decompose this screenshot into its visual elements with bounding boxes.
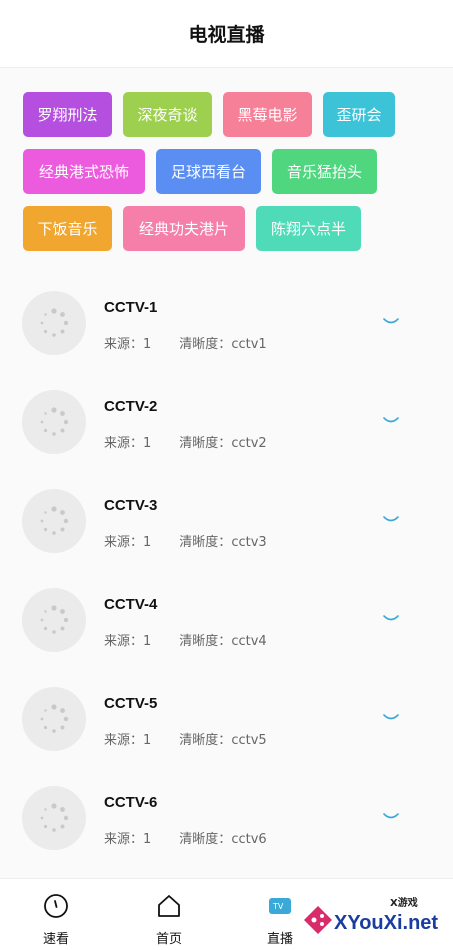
- loading-spinner-icon: [40, 407, 69, 436]
- source-label: 来源：: [104, 535, 144, 550]
- channel-item[interactable]: CCTV-4 来源：1 清晰度：cctv4: [0, 572, 453, 671]
- quality-label: 清晰度：: [179, 535, 232, 550]
- quality-label: 清晰度：: [179, 733, 232, 748]
- svg-text:TV: TV: [272, 902, 284, 911]
- tag-chip[interactable]: 黑莓电影: [223, 92, 312, 137]
- channel-item[interactable]: CCTV-3 来源：1 清晰度：cctv3: [0, 473, 453, 572]
- tag-chip[interactable]: 陈翔六点半: [256, 206, 361, 251]
- clock-icon: [44, 894, 68, 918]
- quality-value: cctv1: [231, 337, 267, 352]
- channel-item[interactable]: CCTV-5 来源：1 清晰度：cctv5: [0, 671, 453, 770]
- source-value: 1: [143, 634, 152, 649]
- channel-logo-placeholder: [22, 588, 86, 652]
- source-label: 来源：: [104, 436, 144, 451]
- watermark-text: XYouXi.net: [334, 912, 439, 934]
- channel-logo-placeholder: [22, 687, 86, 751]
- channel-name: CCTV-5: [104, 695, 158, 712]
- tab-label: 首页: [155, 932, 182, 947]
- source-value: 1: [143, 832, 152, 847]
- tag-chip[interactable]: 音乐猛抬头: [272, 149, 377, 194]
- quality-value: cctv2: [231, 436, 267, 451]
- channel-logo-placeholder: [22, 489, 86, 553]
- loading-spinner-icon: [40, 803, 69, 832]
- chevron-down-icon[interactable]: [382, 513, 400, 527]
- quality-value: cctv6: [231, 832, 267, 847]
- chevron-down-icon[interactable]: [382, 315, 400, 329]
- source-label: 来源：: [104, 634, 144, 649]
- tv-icon: TV: [269, 898, 291, 914]
- channel-name: CCTV-3: [104, 497, 158, 514]
- channel-list: CCTV-1 来源：1 清晰度：cctv1 CCTV-2 来源：1 清晰度：cctv…: [0, 275, 453, 869]
- channel-name: CCTV-1: [104, 299, 158, 316]
- tag-chip[interactable]: 经典功夫港片: [123, 206, 245, 251]
- channel-name: CCTV-2: [104, 398, 158, 415]
- chevron-down-icon[interactable]: [382, 711, 400, 725]
- channel-item[interactable]: CCTV-6 来源：1 清晰度：cctv6: [0, 770, 453, 869]
- channel-item[interactable]: CCTV-1 来源：1 清晰度：cctv1: [0, 275, 453, 374]
- source-label: 来源：: [104, 337, 144, 352]
- source-label: 来源：: [104, 733, 144, 748]
- quality-label: 清晰度：: [179, 832, 232, 847]
- quality-label: 清晰度：: [179, 634, 232, 649]
- tab-label: 速看: [42, 932, 69, 947]
- category-tags: 罗翔刑法 深夜奇谈 黑莓电影 歪研会 经典港式恐怖 足球西看台 音乐猛抬头 下饭…: [23, 92, 433, 263]
- channel-logo-placeholder: [22, 786, 86, 850]
- gamepad-logo-icon: [304, 906, 332, 934]
- tag-chip[interactable]: 下饭音乐: [23, 206, 112, 251]
- channel-meta: 来源：1 清晰度：cctv2: [104, 432, 267, 451]
- quality-value: cctv5: [231, 733, 267, 748]
- loading-spinner-icon: [40, 704, 69, 733]
- channel-meta: 来源：1 清晰度：cctv5: [104, 729, 267, 748]
- channel-logo-placeholder: [22, 291, 86, 355]
- tab-quick-watch[interactable]: 速看: [21, 879, 91, 950]
- tag-chip[interactable]: 罗翔刑法: [23, 92, 112, 137]
- channel-meta: 来源：1 清晰度：cctv3: [104, 531, 267, 550]
- tag-chip[interactable]: 足球西看台: [156, 149, 261, 194]
- tag-chip[interactable]: 深夜奇谈: [123, 92, 212, 137]
- channel-logo-placeholder: [22, 390, 86, 454]
- quality-value: cctv3: [231, 535, 267, 550]
- channel-meta: 来源：1 清晰度：cctv4: [104, 630, 267, 649]
- top-header: 电视直播: [0, 0, 453, 68]
- page-title: 电视直播: [188, 24, 265, 46]
- quality-value: cctv4: [231, 634, 267, 649]
- channel-name: CCTV-6: [104, 794, 158, 811]
- tag-row: 下饭音乐 经典功夫港片 陈翔六点半: [23, 206, 433, 251]
- source-value: 1: [143, 337, 152, 352]
- chevron-down-icon[interactable]: [382, 612, 400, 626]
- channel-meta: 来源：1 清晰度：cctv1: [104, 333, 267, 352]
- site-watermark: X游戏 XYouXi.net: [300, 888, 453, 950]
- loading-spinner-icon: [40, 605, 69, 634]
- tag-chip[interactable]: 经典港式恐怖: [23, 149, 145, 194]
- tab-home[interactable]: 首页: [134, 879, 204, 950]
- chevron-down-icon[interactable]: [382, 414, 400, 428]
- watermark-small-text: X游戏: [390, 898, 418, 909]
- channel-meta: 来源：1 清晰度：cctv6: [104, 828, 267, 847]
- tag-row: 经典港式恐怖 足球西看台 音乐猛抬头: [23, 149, 433, 194]
- source-label: 来源：: [104, 832, 144, 847]
- loading-spinner-icon: [40, 308, 69, 337]
- channel-name: CCTV-4: [104, 596, 158, 613]
- channel-item[interactable]: CCTV-2 来源：1 清晰度：cctv2: [0, 374, 453, 473]
- source-value: 1: [143, 535, 152, 550]
- home-icon: [158, 895, 180, 917]
- chevron-down-icon[interactable]: [382, 810, 400, 824]
- loading-spinner-icon: [40, 506, 69, 535]
- quality-label: 清晰度：: [179, 436, 232, 451]
- quality-label: 清晰度：: [179, 337, 232, 352]
- tag-row: 罗翔刑法 深夜奇谈 黑莓电影 歪研会: [23, 92, 433, 137]
- source-value: 1: [143, 436, 152, 451]
- tag-chip[interactable]: 歪研会: [323, 92, 395, 137]
- source-value: 1: [143, 733, 152, 748]
